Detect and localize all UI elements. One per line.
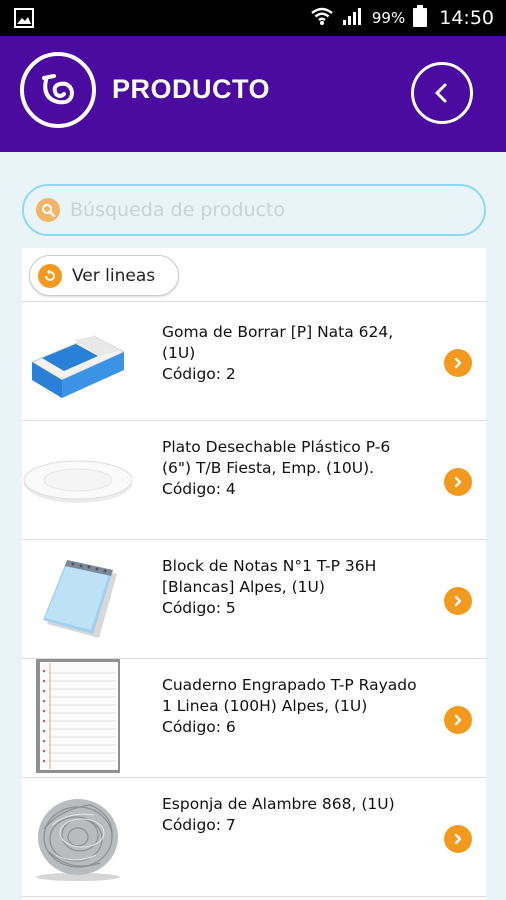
chevron-right-icon — [454, 357, 462, 369]
signal-icon — [342, 6, 364, 30]
open-product-button[interactable] — [444, 587, 472, 615]
back-button[interactable] — [411, 62, 473, 124]
product-info: Goma de Borrar [P] Nata 624, (1U) Código… — [162, 322, 422, 385]
search-input[interactable] — [70, 199, 470, 221]
battery-icon — [413, 5, 428, 31]
list-toolbar: Ver lineas — [22, 248, 486, 302]
notepad-image — [22, 544, 134, 654]
steel-wool-image — [22, 782, 134, 892]
open-product-button[interactable] — [444, 468, 472, 496]
product-info: Cuaderno Engrapado T-P Rayado 1 Linea (1… — [162, 675, 422, 738]
list-item[interactable]: Plato Desechable Plástico P-6 (6") T/B F… — [22, 421, 486, 540]
app-bar: PRODUCTO — [0, 36, 506, 152]
product-name: Cuaderno Engrapado T-P Rayado 1 Linea (1… — [162, 676, 417, 715]
product-info: Plato Desechable Plástico P-6 (6") T/B F… — [162, 437, 422, 500]
product-code: Código: 5 — [162, 599, 236, 617]
refresh-icon — [38, 263, 62, 288]
ver-lineas-label: Ver lineas — [72, 265, 156, 286]
list-item[interactable]: Goma de Borrar [P] Nata 624, (1U) Código… — [22, 302, 486, 421]
product-name: Goma de Borrar [P] Nata 624, (1U) — [162, 323, 394, 362]
list-item[interactable]: Block de Notas N°1 T-P 36H [Blancas] Alp… — [22, 540, 486, 659]
chevron-right-icon — [454, 833, 462, 845]
product-code: Código: 4 — [162, 480, 236, 498]
open-product-button[interactable] — [444, 706, 472, 734]
plate-image — [22, 425, 134, 535]
chevron-right-icon — [454, 714, 462, 726]
product-info: Block de Notas N°1 T-P 36H [Blancas] Alp… — [162, 556, 422, 619]
status-bar: 99% 14:50 — [0, 0, 506, 36]
product-info: Esponja de Alambre 868, (1U) Código: 7 — [162, 794, 422, 836]
chevron-right-icon — [454, 595, 462, 607]
chevron-right-icon — [454, 476, 462, 488]
list-item[interactable]: Esponja de Alambre 868, (1U) Código: 7 — [22, 778, 486, 897]
gallery-notification-icon — [14, 8, 34, 32]
notebook-image — [22, 659, 134, 773]
ver-lineas-button[interactable]: Ver lineas — [29, 255, 179, 296]
open-product-button[interactable] — [444, 825, 472, 853]
search-bar[interactable] — [22, 184, 486, 236]
product-code: Código: 2 — [162, 365, 236, 383]
chevron-left-icon — [435, 83, 447, 103]
product-code: Código: 6 — [162, 718, 236, 736]
list-item[interactable]: Cuaderno Engrapado T-P Rayado 1 Linea (1… — [22, 659, 486, 778]
brand-logo-icon — [20, 52, 96, 128]
page-title: PRODUCTO — [112, 74, 271, 104]
product-list: Ver lineas Goma de Borrar [P] Nata 624, … — [22, 248, 486, 900]
eraser-image — [22, 306, 134, 416]
product-name: Block de Notas N°1 T-P 36H [Blancas] Alp… — [162, 557, 377, 596]
search-icon — [36, 198, 60, 222]
open-product-button[interactable] — [444, 349, 472, 377]
battery-percent: 99% — [371, 9, 406, 27]
product-name: Plato Desechable Plástico P-6 (6") T/B F… — [162, 438, 391, 477]
product-code: Código: 7 — [162, 816, 236, 834]
wifi-icon — [310, 6, 334, 30]
product-name: Esponja de Alambre 868, (1U) — [162, 795, 395, 813]
clock: 14:50 — [439, 7, 494, 29]
